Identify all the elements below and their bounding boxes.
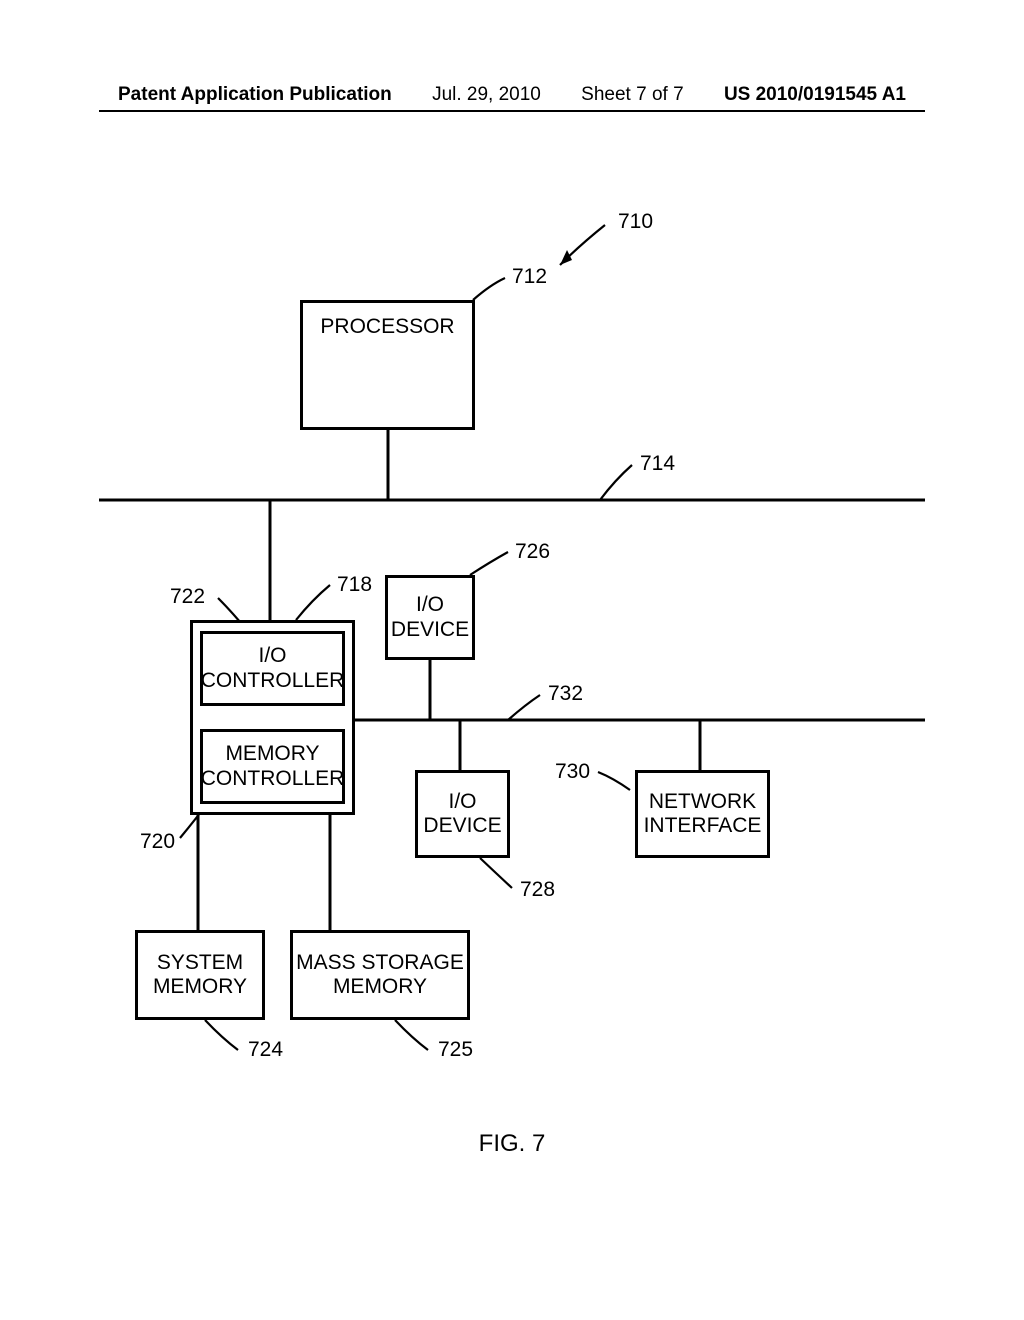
page-header: Patent Application Publication Jul. 29, … [0,84,1024,106]
io-controller-l1: I/O [258,644,286,668]
ref-714: 714 [640,452,675,476]
io-controller-l2: CONTROLLER [201,669,345,693]
mass-storage-l1: MASS STORAGE [296,951,464,975]
network-interface-l1: NETWORK [649,790,756,814]
header-publication: Patent Application Publication [118,84,392,106]
ref-728: 728 [520,878,555,902]
mass-storage-l2: MEMORY [333,975,427,999]
io-device-728-block: I/O DEVICE [415,770,510,858]
chipset-container: I/O CONTROLLER MEMORY CONTROLLER [190,620,355,815]
processor-block: PROCESSOR [300,300,475,430]
ref-725: 725 [438,1038,473,1062]
diagram-connectors [0,0,1024,1320]
network-interface-block: NETWORK INTERFACE [635,770,770,858]
mass-storage-block: MASS STORAGE MEMORY [290,930,470,1020]
io-device-726-l1: I/O [416,593,444,617]
network-interface-l2: INTERFACE [644,814,762,838]
ref-726: 726 [515,540,550,564]
ref-718: 718 [337,573,372,597]
system-memory-l2: MEMORY [153,975,247,999]
header-date: Jul. 29, 2010 [432,84,541,106]
ref-720: 720 [140,830,175,854]
ref-712: 712 [512,265,547,289]
memory-controller-l2: CONTROLLER [201,767,345,791]
ref-732: 732 [548,682,583,706]
io-device-728-l1: I/O [448,790,476,814]
ref-722: 722 [170,585,205,609]
ref-724: 724 [248,1038,283,1062]
header-sheet: Sheet 7 of 7 [581,84,683,106]
header-rule [99,110,925,112]
system-memory-block: SYSTEM MEMORY [135,930,265,1020]
figure-caption: FIG. 7 [0,1130,1024,1158]
io-controller-block: I/O CONTROLLER [200,631,345,706]
memory-controller-l1: MEMORY [225,742,319,766]
io-device-726-block: I/O DEVICE [385,575,475,660]
ref-730: 730 [555,760,590,784]
io-device-728-l2: DEVICE [423,814,501,838]
system-memory-l1: SYSTEM [157,951,243,975]
processor-label: PROCESSOR [320,315,454,339]
memory-controller-block: MEMORY CONTROLLER [200,729,345,804]
ref-710: 710 [618,210,653,234]
io-device-726-l2: DEVICE [391,618,469,642]
header-pubno: US 2010/0191545 A1 [724,84,906,106]
